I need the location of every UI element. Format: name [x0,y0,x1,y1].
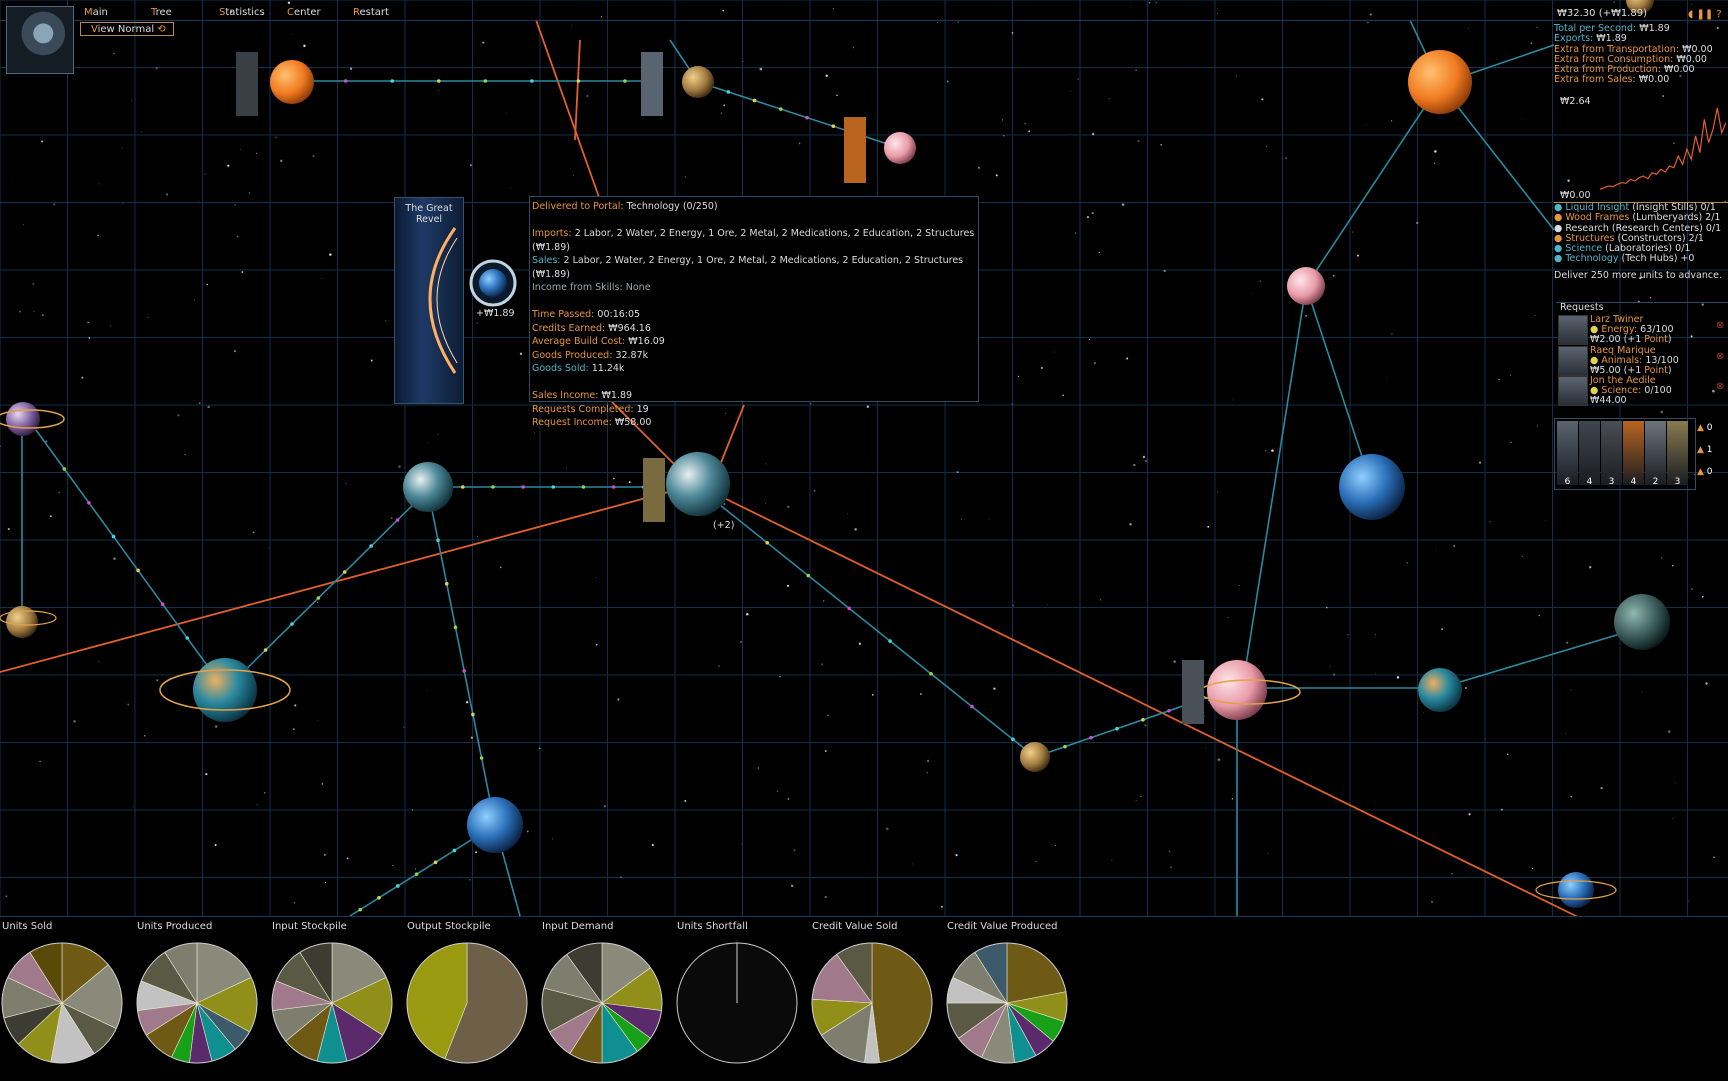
cycle-icon: ⟲ [157,24,166,35]
goal-item: ● Technology (Tech Hubs) +0 [1554,254,1728,264]
planet-ice-mid[interactable] [403,462,453,512]
request-portrait[interactable] [1558,315,1588,345]
income-graph [1600,107,1726,190]
credits-total: ₩32.30 (+₩1.89) [1557,8,1648,19]
advance-text: Deliver 250 more units to advance. [1554,269,1722,281]
planet-tooltip: Delivered to Portal: Technology (0/250) … [529,196,979,428]
crew-count: 4 [1630,477,1637,487]
cancel-request-icon[interactable]: ⊗ [1716,320,1724,331]
requests-panel: Requests Larz Twiner ● Energy: 63/100 ₩2.0… [1556,302,1728,409]
crew-member[interactable] [1557,421,1578,485]
portal-income: +₩1.89 [476,308,515,319]
pie-chart[interactable] [675,941,799,1065]
pie-label: Credit Value Sold [812,921,898,932]
goal-progress: (Tech Hubs) +0 [1618,253,1695,265]
player-avatar[interactable] [6,6,74,74]
pie-label: Units Produced [137,921,213,932]
goals-panel: ● Liquid Insight (Insight Stills) 0/1 ● W… [1554,202,1728,281]
warning-icon: ▲ [1697,423,1707,433]
request-entry[interactable]: Larz Twiner ● Energy: 63/100 ₩2.00 (+1 Poi… [1590,314,1674,346]
crew-count: 3 [1674,477,1681,487]
cancel-request-icon[interactable]: ⊗ [1716,351,1724,362]
pie-label: Input Stockpile [272,921,347,932]
crew-member[interactable] [1579,421,1600,485]
portal-arc-icon [428,227,458,374]
request-entry[interactable]: Jon the Aedile ● Science: 0/100 ₩44.00 [1590,375,1672,407]
cancel-request-icon[interactable]: ⊗ [1716,381,1724,392]
crew-badge: ▲ 0 [1697,467,1713,477]
goal-name: Technology [1565,253,1619,265]
warning-icon: ▲ [1697,445,1707,455]
menu-center[interactable]: Center [287,7,321,19]
crew-count: 3 [1608,477,1615,487]
planet-tan-top[interactable] [682,66,714,98]
planet-pink-right[interactable] [1287,267,1325,305]
income-graph-line [1600,107,1726,190]
request-portrait[interactable] [1558,376,1588,406]
planet-portal[interactable] [469,259,517,307]
crew-badge: ▲ 1 [1697,445,1713,455]
graph-min-label: ₩0.00 [1560,190,1591,201]
requests-title: Requests [1560,302,1604,313]
crew-member[interactable] [1623,421,1644,485]
pie-chart[interactable] [0,941,124,1065]
request-portrait[interactable] [1558,345,1588,376]
view-mode-toggle[interactable]: View Normal ⟲ [80,22,174,36]
planet-earth-right[interactable] [1418,668,1462,712]
pie-slice [871,942,933,1063]
crew-count: 4 [1586,477,1593,487]
menu-statistics[interactable]: Statistics [219,7,265,19]
pie-chart[interactable] [945,941,1069,1065]
request-entry[interactable]: Raeq Marique ● Animals: 13/100 ₩5.00 (+1 P… [1590,345,1679,377]
crew-roster[interactable]: 6 4 3 4 2 3 ▲ 0 ▲ 1 ▲ 0 [1554,418,1713,490]
menu-restart[interactable]: Restart [353,7,389,19]
planet-small-left[interactable] [0,606,57,638]
planet-orange-top[interactable] [270,60,314,104]
pie-label: Units Sold [2,921,53,932]
resource-icon: ● [1554,253,1566,265]
pie-label: Units Shortfall [677,921,748,932]
pie-label: Credit Value Produced [947,921,1058,932]
pause-icon[interactable]: ❚❚ [1696,9,1713,20]
crew-member[interactable] [1645,421,1666,485]
help-icon[interactable]: ? [1716,9,1721,20]
planet-hub[interactable] [666,452,730,516]
pie-label: Output Stockpile [407,921,491,932]
planet-pink-top[interactable] [884,132,916,164]
pie-chart[interactable] [405,941,529,1065]
planet-ringed-left[interactable] [0,402,65,436]
planet-blue-bottom[interactable] [467,797,523,853]
crew-count: 2 [1652,477,1659,487]
menu-tree[interactable]: Tree [151,7,172,19]
warning-icon: ▲ [1697,467,1707,477]
pie-chart[interactable] [270,941,394,1065]
planet-small-mid[interactable] [1020,742,1050,772]
planet-orange-right[interactable] [1408,50,1472,114]
crew-badge: ▲ 0 [1697,423,1713,433]
pie-chart[interactable] [810,941,934,1065]
orange-routes [0,19,1581,919]
pie-chart[interactable] [540,941,664,1065]
planet-dark-right[interactable] [1614,594,1670,650]
view-mode-value: Normal [117,24,155,35]
portal-card[interactable]: The Great Revel [394,197,464,404]
crew-member[interactable] [1667,421,1688,485]
planet-blue-right[interactable] [1339,454,1405,520]
crew-count: 6 [1564,477,1571,487]
request-reward: ₩44.00 [1590,395,1627,407]
income-panel: Total per Second: ₩1.89 Exports: ₩1.89 E… [1554,23,1713,86]
speed-controls[interactable]: ◖ ❚❚ ? [1688,9,1722,21]
sound-icon[interactable]: ◖ [1688,9,1693,20]
pie-chart[interactable] [135,941,259,1065]
menu-main[interactable]: Main [84,7,108,19]
crew-member[interactable] [1601,421,1622,485]
pie-label: Input Demand [542,921,614,932]
graph-max-label: ₩2.64 [1560,96,1591,107]
hub-count-badge: (+2) [713,520,735,531]
top-menu-bar: Main Tree Statistics Center Restart [0,0,1728,21]
